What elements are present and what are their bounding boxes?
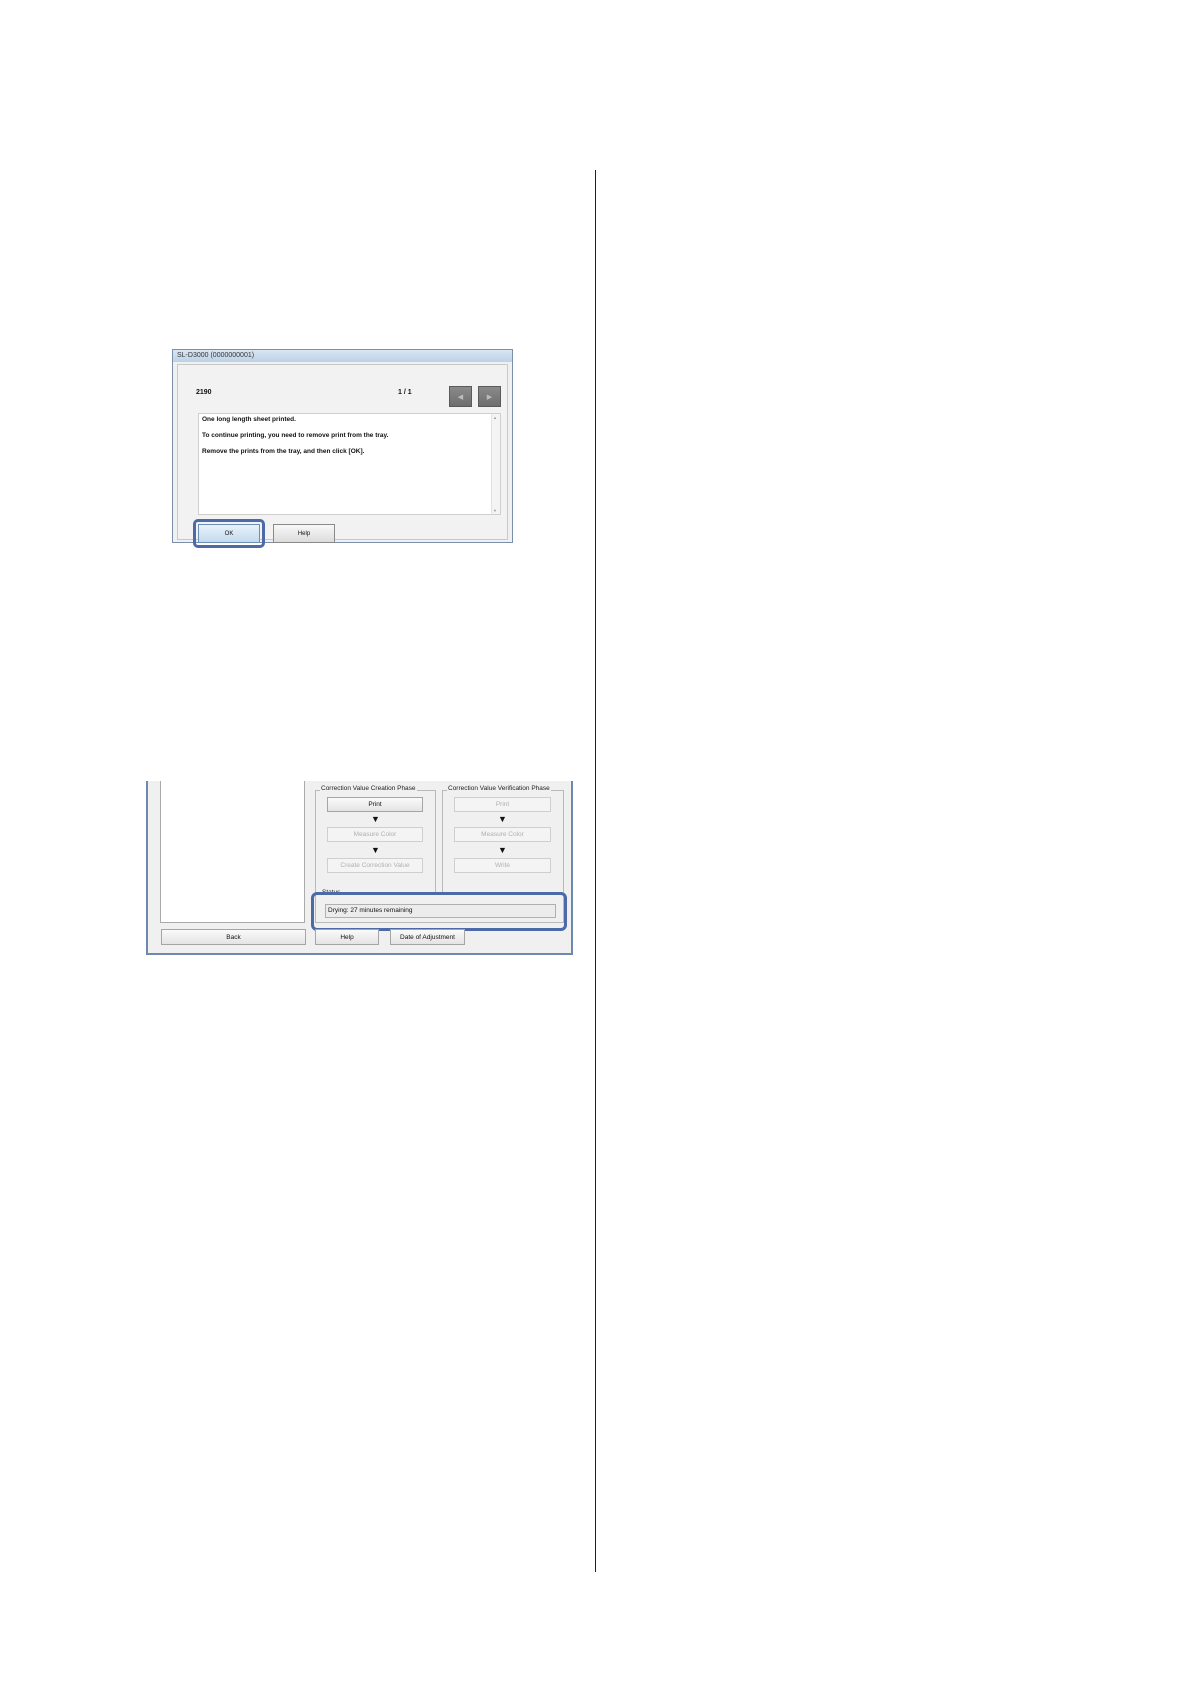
left-panel [160, 781, 305, 923]
creation-phase-group: Correction Value Creation Phase Print ▼ … [315, 785, 436, 894]
error-code: 2190 [196, 389, 212, 396]
creation-phase-legend: Correction Value Creation Phase [320, 785, 417, 792]
ok-highlight [193, 519, 265, 548]
scroll-down-icon: ▼ [493, 508, 497, 513]
arrow-down-icon: ▼ [498, 845, 507, 855]
verification-phase-legend: Correction Value Verification Phase [447, 785, 551, 792]
verify-print-button[interactable]: Print [454, 797, 551, 812]
date-of-adjustment-button[interactable]: Date of Adjustment [390, 929, 465, 945]
message-line: One long length sheet printed. [202, 416, 296, 423]
create-print-button[interactable]: Print [327, 797, 423, 812]
message-line: To continue printing, you need to remove… [202, 432, 389, 439]
error-dialog: SL-D3000 (0000000001) 2190 1 / 1 ◀ ▶ One… [172, 349, 513, 548]
page-indicator: 1 / 1 [398, 389, 412, 396]
dialog-panel: 2190 1 / 1 ◀ ▶ One long length sheet pri… [177, 364, 508, 548]
prev-page-button[interactable]: ◀ [449, 386, 472, 407]
scroll-up-icon: ▲ [493, 415, 497, 420]
dialog-title: SL-D3000 (0000000001) [173, 350, 512, 362]
create-measure-color-button[interactable]: Measure Color [327, 827, 423, 842]
column-divider [595, 170, 596, 1572]
back-button[interactable]: Back [161, 929, 306, 945]
status-highlight [311, 892, 567, 931]
arrow-down-icon: ▼ [498, 814, 507, 824]
arrow-down-icon: ▼ [371, 845, 380, 855]
adjustment-window: Correction Value Creation Phase Print ▼ … [146, 781, 573, 955]
message-box: One long length sheet printed. To contin… [198, 413, 501, 515]
next-page-button[interactable]: ▶ [478, 386, 501, 407]
chevron-right-icon: ▶ [486, 393, 493, 401]
verification-phase-group: Correction Value Verification Phase Prin… [442, 785, 564, 894]
verify-measure-color-button[interactable]: Measure Color [454, 827, 551, 842]
message-line: Remove the prints from the tray, and the… [202, 448, 365, 455]
message-scrollbar[interactable]: ▲ ▼ [491, 414, 500, 514]
chevron-left-icon: ◀ [457, 393, 464, 401]
help-button[interactable]: Help [273, 524, 335, 543]
arrow-down-icon: ▼ [371, 814, 380, 824]
write-button[interactable]: Write [454, 858, 551, 873]
help-button[interactable]: Help [315, 929, 379, 945]
create-correction-value-button[interactable]: Create Correction Value [327, 858, 423, 873]
